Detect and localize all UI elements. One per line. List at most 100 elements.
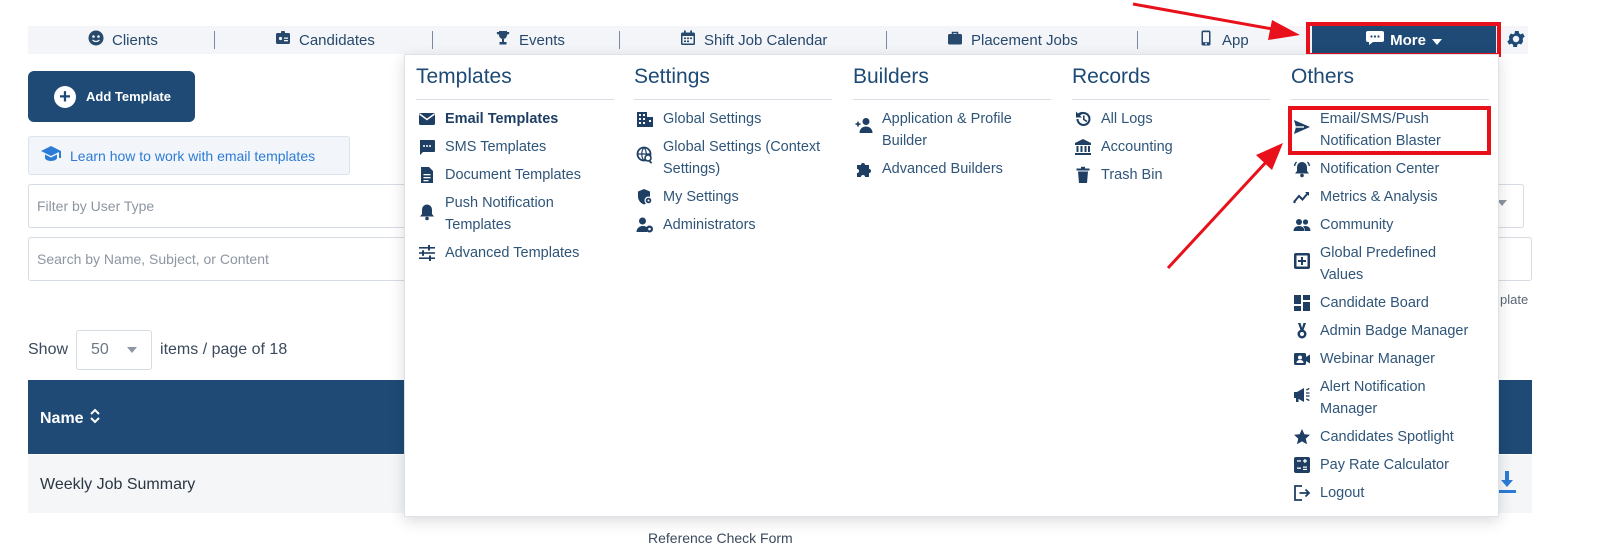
menu-item-community[interactable]: Community (1293, 214, 1488, 236)
menu-item-all-logs[interactable]: All Logs (1074, 108, 1269, 130)
menu-item-document-templates[interactable]: Document Templates (418, 164, 613, 186)
menu-item-alert-notification-manager[interactable]: Alert Notification Manager (1293, 376, 1468, 420)
others-heading: Others (1291, 65, 1355, 88)
menu-item-label: Pay Rate Calculator (1320, 457, 1449, 473)
user-circle-icon (88, 30, 104, 50)
items-per-page-label: items / page of 18 (160, 341, 288, 358)
graduation-cap-icon (41, 146, 61, 165)
divider (853, 99, 1051, 100)
menu-item-email-templates[interactable]: Email Templates (418, 108, 613, 130)
calendar-icon (680, 30, 696, 50)
plus-icon: + (54, 85, 76, 108)
menu-item-my-settings[interactable]: My Settings (636, 186, 831, 208)
menu-item-sms-templates[interactable]: SMS Templates (418, 136, 613, 158)
menu-item-label: Admin Badge Manager (1320, 323, 1469, 339)
menu-item-application-profile-builder[interactable]: Application & Profile Builder (855, 108, 1035, 152)
menu-item-logout[interactable]: Logout (1293, 482, 1488, 504)
menu-item-label: Global Settings (663, 111, 762, 127)
gear-icon[interactable] (1505, 28, 1527, 50)
nav-candidates[interactable]: Candidates (275, 26, 375, 54)
nav-label: Clients (112, 31, 158, 49)
menu-item-label: Logout (1320, 485, 1365, 501)
menu-item-notification-center[interactable]: Notification Center (1293, 158, 1488, 180)
menu-item-trash-bin[interactable]: Trash Bin (1074, 164, 1269, 186)
menu-item-candidates-spotlight[interactable]: Candidates Spotlight (1293, 426, 1488, 448)
menu-item-label: Alert Notification Manager (1320, 379, 1426, 417)
download-icon[interactable] (1498, 471, 1516, 493)
nav-divider (619, 31, 620, 49)
envelope-icon (418, 110, 436, 128)
search-placeholder: Search by Name, Subject, or Content (37, 251, 269, 267)
trash-icon (1074, 166, 1092, 184)
nav-shift-job-calendar[interactable]: Shift Job Calendar (680, 26, 827, 54)
menu-item-label: Accounting (1101, 139, 1173, 155)
globe-search-icon (636, 146, 654, 164)
add-template-button[interactable]: + Add Template (28, 71, 195, 122)
page-size-select[interactable]: 50 (76, 330, 153, 370)
nav-clients[interactable]: Clients (88, 26, 158, 54)
bell-ring-icon (1293, 160, 1311, 178)
nav-divider (432, 31, 433, 49)
menu-item-label: Push Notification Templates (445, 195, 554, 233)
menu-item-administrators[interactable]: Administrators (636, 214, 831, 236)
more-dropdown-menu: Templates Email Templates SMS Templates … (404, 54, 1499, 517)
nav-label: Events (519, 31, 565, 49)
menu-item-global-settings[interactable]: Global Settings (636, 108, 831, 130)
puzzle-icon (855, 160, 873, 178)
name-column-header[interactable]: Name (40, 408, 100, 429)
building-icon (636, 110, 654, 128)
menu-item-admin-badge-manager[interactable]: Admin Badge Manager (1293, 320, 1488, 342)
medal-icon (1293, 322, 1311, 340)
add-template-label: Add Template (86, 89, 171, 104)
annotation-highlight-box (1288, 106, 1491, 155)
menu-item-label: Administrators (663, 217, 756, 233)
id-badge-icon (275, 30, 291, 50)
chevron-down-icon (127, 347, 138, 353)
menu-item-label: All Logs (1101, 111, 1153, 127)
menu-item-webinar-manager[interactable]: Webinar Manager (1293, 348, 1488, 370)
menu-item-push-notification-templates[interactable]: Push Notification Templates (418, 192, 608, 236)
user-gear-icon (636, 216, 654, 234)
nav-label: Placement Jobs (971, 31, 1078, 49)
menu-item-accounting[interactable]: Accounting (1074, 136, 1269, 158)
menu-item-label: Notification Center (1320, 161, 1440, 177)
menu-item-candidate-board[interactable]: Candidate Board (1293, 292, 1488, 314)
video-user-icon (1293, 350, 1311, 368)
star-icon (1293, 428, 1311, 446)
nav-app[interactable]: App (1198, 26, 1249, 54)
menu-item-label: Community (1320, 217, 1394, 233)
nav-label: Shift Job Calendar (704, 31, 828, 49)
menu-item-advanced-templates[interactable]: Advanced Templates (418, 242, 613, 264)
bank-icon (1074, 138, 1092, 156)
menu-item-advanced-builders[interactable]: Advanced Builders (855, 158, 1050, 180)
divider (634, 99, 832, 100)
nav-label: App (1222, 31, 1249, 49)
menu-item-global-predefined-values[interactable]: Global Predefined Values (1293, 242, 1463, 286)
annotation-highlight-box (1306, 22, 1501, 57)
menu-item-label: Advanced Templates (445, 245, 580, 261)
logout-icon (1293, 484, 1311, 502)
preset-icon (1293, 252, 1311, 270)
records-heading: Records (1072, 65, 1151, 88)
sort-icon (89, 408, 100, 429)
name-header-label: Name (40, 409, 84, 427)
divider (416, 99, 614, 100)
menu-item-label: Candidate Board (1320, 295, 1429, 311)
nav-label: Candidates (299, 31, 375, 49)
nav-placement-jobs[interactable]: Placement Jobs (947, 26, 1078, 54)
menu-item-label: Advanced Builders (882, 161, 1003, 177)
partial-label: plate (1500, 292, 1529, 307)
menu-item-metrics-analysis[interactable]: Metrics & Analysis (1293, 186, 1488, 208)
menu-item-pay-rate-calculator[interactable]: Pay Rate Calculator (1293, 454, 1488, 476)
nav-events[interactable]: Events (495, 26, 565, 54)
menu-item-label: Global Predefined Values (1320, 245, 1437, 283)
menu-item-label: Application & Profile Builder (882, 111, 1012, 149)
menu-item-label: Candidates Spotlight (1320, 429, 1454, 445)
nav-divider (214, 31, 215, 49)
dashboard-icon (1293, 294, 1311, 312)
menu-item-global-settings-context[interactable]: Global Settings (Context Settings) (636, 136, 836, 180)
learn-email-templates-link[interactable]: Learn how to work with email templates (28, 136, 350, 175)
nav-divider (1137, 31, 1138, 49)
filter-placeholder: Filter by User Type (37, 198, 155, 214)
learn-label: Learn how to work with email templates (70, 147, 316, 164)
